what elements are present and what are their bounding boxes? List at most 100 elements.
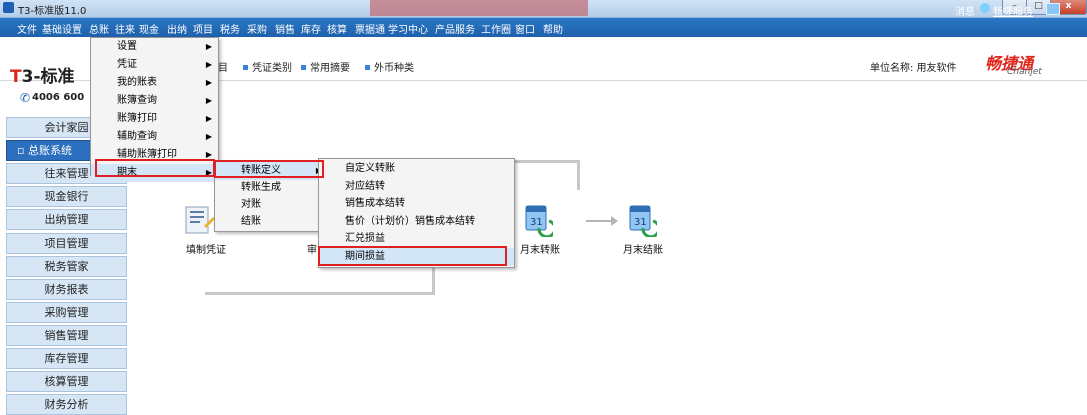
menu1-item-5[interactable]: 账簿打印 ▶ <box>91 110 218 128</box>
sidebar-item-label: 往来管理 <box>44 167 89 181</box>
menu-14[interactable]: 学习中心 <box>388 21 428 36</box>
sidebar-item-10[interactable]: 销售管理 <box>6 324 127 346</box>
menu-6[interactable]: 出纳 <box>167 21 187 36</box>
sidebar-item-label: 库存管理 <box>44 352 89 365</box>
menu-3[interactable]: 总账 <box>89 21 109 36</box>
bullet-icon <box>365 65 370 70</box>
flow-label-fill-voucher[interactable]: 填制凭证 <box>186 241 226 256</box>
menu-4[interactable]: 往来 <box>115 21 135 36</box>
svg-text:31: 31 <box>634 217 647 228</box>
flow-frame-bottom <box>205 292 435 295</box>
menu-item-label: 我的账表 <box>117 77 157 88</box>
sidebar-item-7[interactable]: 税务管家 <box>6 255 127 277</box>
calendar-icon[interactable]: 31 <box>519 201 553 237</box>
menu-16[interactable]: 工作圈 <box>481 21 511 36</box>
menu-5[interactable]: 现金 <box>139 21 159 36</box>
bullet-icon <box>301 65 306 70</box>
menu2-item-4[interactable]: 结账 <box>215 213 328 231</box>
submenu-arrow-icon: ▶ <box>205 42 212 51</box>
flow-label-month-transfer[interactable]: 月末转账 <box>520 241 560 256</box>
submenu-arrow-icon: ▶ <box>205 132 212 141</box>
menu-bar: 文件 基础设置 总账 往来 现金 出纳 项目 税务 采购 销售 库存 核算 票据通 学习中心 产品服务 工作圈… <box>0 18 1087 37</box>
menu-item-label: 账簿查询 <box>117 95 157 106</box>
service-link[interactable]: 畅捷服务 <box>993 3 1033 18</box>
sidebar-item-label: 项目管理 <box>44 236 89 250</box>
highlight-transfer-def <box>214 160 324 178</box>
sidebar-item-label: 财务报表 <box>44 282 89 296</box>
highlight-period-end <box>95 159 215 177</box>
voucher-icon[interactable] <box>182 202 216 238</box>
sidebar-item-label: 出纳管理 <box>44 213 89 227</box>
toolbar-item-common-summary[interactable]: 常用摘要 <box>301 59 350 74</box>
menu1-item-6[interactable]: 辅助查询 ▶ <box>91 128 218 146</box>
menu-7[interactable]: 项目 <box>193 21 213 36</box>
toolbar-item-voucher-type[interactable]: 凭证类别 <box>243 59 292 74</box>
menu-8[interactable]: 税务 <box>220 21 240 36</box>
sidebar-item-9[interactable]: 采购管理 <box>6 301 127 323</box>
blurred-title-tab <box>370 0 588 16</box>
menu-2[interactable]: 基础设置 <box>42 21 82 36</box>
ledger-menu: 设置 ▶ 凭证 ▶ 我的账表 ▶ 账簿查询 ▶ 账簿打印 ▶ 辅助查询 ▶ 辅助账簿打印 ▶ 期末 ▶ <box>90 37 219 182</box>
service-icon <box>980 3 990 13</box>
menu-15[interactable]: 产品服务 <box>435 21 475 36</box>
flow-arrow <box>586 216 618 226</box>
menu1-item-3[interactable]: 我的账表 ▶ <box>91 74 218 92</box>
message-link[interactable]: 消息 <box>955 3 975 18</box>
sidebar-item-label: 采购管理 <box>44 305 89 319</box>
sidebar-item-12[interactable]: 核算管理 <box>6 371 127 393</box>
menu-17[interactable]: 窗口 <box>515 21 535 36</box>
menu-11[interactable]: 库存 <box>301 21 321 36</box>
sidebar-item-label: 销售管理 <box>44 328 89 342</box>
highlight-period-pl <box>318 246 507 266</box>
toolbar-item-partial[interactable]: 目 <box>218 59 228 74</box>
menu2-item-3[interactable]: 对账 <box>215 196 328 214</box>
menu2-item-2[interactable]: 转账生成 <box>215 179 328 197</box>
menu-item-label: 结账 <box>241 216 261 227</box>
sidebar-item-label: 核算管理 <box>44 375 89 389</box>
menu-item-label: 设置 <box>117 41 137 52</box>
submenu-arrow-icon: ▶ <box>205 114 212 123</box>
bullet-icon <box>243 65 248 70</box>
menu3-item-1[interactable]: 自定义转账 <box>319 160 514 178</box>
app-icon <box>3 2 14 13</box>
menu1-item-1[interactable]: 设置 ▶ <box>91 38 218 56</box>
sidebar-item-label: 会计家园 <box>44 121 89 134</box>
menu3-item-3[interactable]: 销售成本结转 <box>319 195 514 213</box>
sidebar-item-8[interactable]: 财务报表 <box>6 278 127 300</box>
svg-text:31: 31 <box>530 217 543 228</box>
menu-18[interactable]: 帮助 <box>543 21 563 36</box>
menu-9[interactable]: 采购 <box>247 21 267 36</box>
menu-item-label: 自定义转账 <box>345 163 395 174</box>
sidebar-item-4[interactable]: 现金银行 <box>6 186 127 208</box>
sidebar-item-5[interactable]: 出纳管理 <box>6 209 127 231</box>
menu-10[interactable]: 销售 <box>275 21 295 36</box>
sidebar-item-label: 现金银行 <box>44 190 89 204</box>
menu1-item-4[interactable]: 账簿查询 ▶ <box>91 92 218 110</box>
flow-label-review[interactable]: 审 <box>307 241 317 256</box>
sidebar-item-6[interactable]: 项目管理 <box>6 232 127 254</box>
menu-1[interactable]: 文件 <box>17 21 37 36</box>
menu-item-label: 转账生成 <box>241 182 281 193</box>
menu-item-label: 售价（计划价）销售成本结转 <box>345 215 475 227</box>
brand-logo: T3-标准 <box>10 67 75 87</box>
menu3-item-2[interactable]: 对应结转 <box>319 178 514 196</box>
toolbar-item-currency[interactable]: 外币种类 <box>365 59 414 74</box>
sidebar-item-13[interactable]: 财务分析 <box>6 394 127 415</box>
restore-panel-icon[interactable] <box>1046 3 1060 15</box>
collapse-icon: ▫ <box>17 144 28 158</box>
submenu-arrow-icon: ▶ <box>205 60 212 69</box>
menu-item-label: 销售成本结转 <box>345 198 405 209</box>
calendar-icon[interactable]: 31 <box>623 201 657 237</box>
chanjet-logo-en: Chanjet <box>1007 67 1042 77</box>
unit-name-label: 单位名称: 用友软件 <box>870 63 957 74</box>
sidebar-item-11[interactable]: 库存管理 <box>6 348 127 369</box>
sidebar-item-label: 税务管家 <box>44 259 89 273</box>
menu-item-label: 凭证 <box>117 59 137 70</box>
menu-12[interactable]: 核算 <box>327 21 347 36</box>
menu-item-label: 对账 <box>241 199 261 210</box>
menu1-item-2[interactable]: 凭证 ▶ <box>91 56 218 74</box>
menu-13[interactable]: 票据通 <box>355 21 385 36</box>
menu3-item-4[interactable]: 售价（计划价）销售成本结转 <box>319 213 514 231</box>
flow-label-month-close[interactable]: 月末结账 <box>623 241 663 256</box>
sidebar-item-label: 总账系统 <box>27 144 72 158</box>
